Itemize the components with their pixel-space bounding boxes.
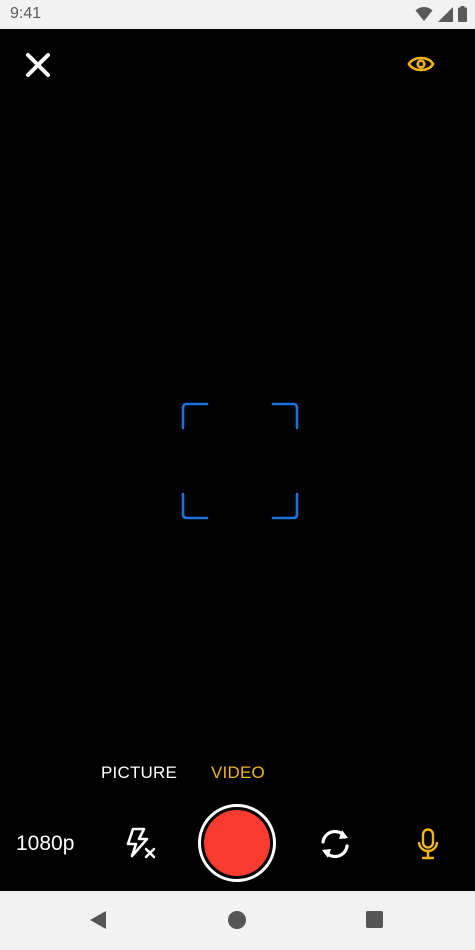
close-button[interactable] — [24, 51, 52, 79]
tab-video[interactable]: VIDEO — [211, 763, 265, 783]
camera-viewfinder[interactable]: PICTURE VIDEO 1080p — [0, 29, 475, 891]
back-icon[interactable] — [89, 910, 109, 930]
flash-button[interactable] — [122, 827, 158, 861]
eye-icon — [407, 56, 435, 72]
wifi-icon — [415, 6, 433, 21]
recent-apps-icon[interactable] — [366, 911, 383, 928]
navigation-bar — [0, 891, 475, 950]
home-icon[interactable] — [228, 911, 246, 929]
microphone-button[interactable] — [416, 828, 440, 860]
flash-off-icon — [126, 827, 156, 859]
switch-camera-icon — [321, 829, 349, 859]
switch-camera-button[interactable] — [318, 827, 352, 861]
resolution-button[interactable]: 1080p — [16, 832, 74, 856]
status-bar: 9:41 — [0, 0, 475, 29]
visibility-button[interactable] — [407, 53, 435, 75]
status-time: 9:41 — [10, 5, 42, 22]
status-icons — [415, 6, 467, 22]
battery-icon — [458, 6, 467, 22]
close-icon — [26, 53, 50, 77]
record-button[interactable] — [198, 804, 276, 882]
signal-icon — [438, 6, 453, 22]
microphone-icon — [417, 828, 439, 860]
tab-picture[interactable]: PICTURE — [101, 763, 177, 783]
record-button-fill — [204, 810, 270, 876]
focus-frame — [181, 402, 299, 520]
